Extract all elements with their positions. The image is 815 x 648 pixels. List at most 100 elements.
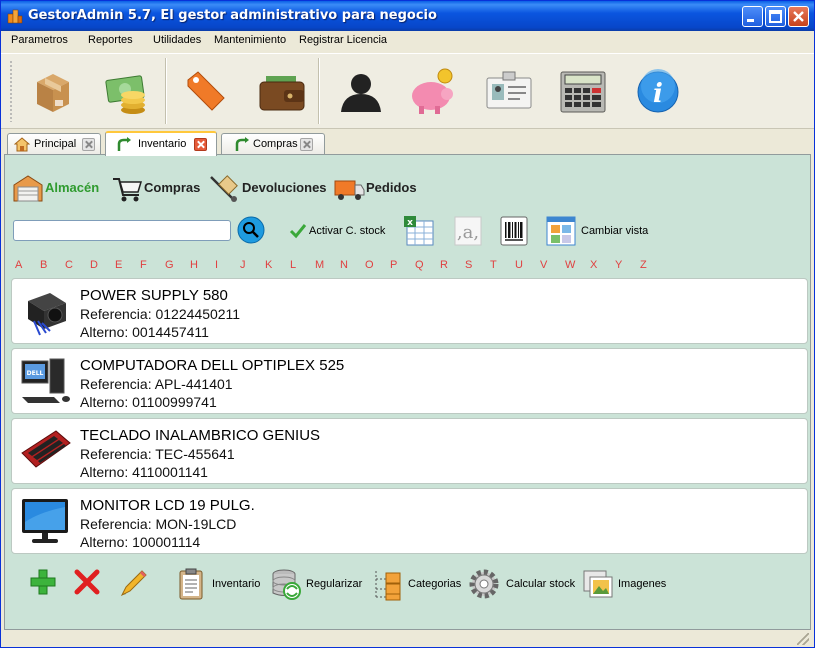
letter-filter-b[interactable]: B xyxy=(40,259,47,271)
title-bar[interactable]: GestorAdmin 5.7, El gestor administrativ… xyxy=(1,1,814,31)
category-label: Devoluciones xyxy=(242,180,327,195)
category-compras[interactable]: Compras xyxy=(111,171,205,205)
activar-stock-button[interactable]: Activar C. stock xyxy=(289,215,399,247)
app-logo-icon xyxy=(7,9,23,24)
close-icon[interactable] xyxy=(82,138,95,151)
letter-filter-z[interactable]: Z xyxy=(640,259,647,271)
toolbar-separator xyxy=(318,58,320,124)
product-name: COMPUTADORA DELL OPTIPLEX 525 xyxy=(80,357,345,374)
clipboard-icon xyxy=(179,568,203,600)
money-icon xyxy=(105,75,145,114)
menu-reportes[interactable]: Reportes xyxy=(88,34,133,46)
search-button[interactable] xyxy=(237,216,265,244)
export-excel-button[interactable]: x xyxy=(403,215,437,247)
menu-registrar-licencia[interactable]: Registrar Licencia xyxy=(299,34,387,46)
letter-filter-l[interactable]: L xyxy=(290,259,296,271)
search-input[interactable] xyxy=(13,220,231,241)
letter-filter-a[interactable]: A xyxy=(15,259,22,271)
regularizar-button[interactable]: Regularizar xyxy=(270,567,366,603)
plus-icon xyxy=(30,569,56,595)
cambiar-vista-button[interactable]: Cambiar vista xyxy=(545,215,655,247)
minimize-button[interactable] xyxy=(742,6,763,27)
toolbar-grip[interactable] xyxy=(9,60,13,122)
list-item[interactable]: DELL COMPUTADORA DELL OPTIPLEX 525 Refer… xyxy=(11,348,808,414)
letter-filter-v[interactable]: V xyxy=(540,259,547,271)
list-item[interactable]: TECLADO INALAMBRICO GENIUS Referencia: T… xyxy=(11,418,808,484)
wallet-icon xyxy=(259,76,305,111)
letter-filter-d[interactable]: D xyxy=(90,259,98,271)
resize-grip[interactable] xyxy=(797,633,809,645)
barcode-button[interactable] xyxy=(499,215,531,247)
maximize-button[interactable] xyxy=(765,6,786,27)
toolbar-money-button[interactable] xyxy=(99,64,155,120)
letter-filter-t[interactable]: T xyxy=(490,259,497,271)
letter-filter-m[interactable]: M xyxy=(315,259,324,271)
svg-text:DELL: DELL xyxy=(27,370,44,377)
close-button[interactable] xyxy=(788,6,809,27)
toolbar-user-button[interactable] xyxy=(333,64,389,120)
toolbar-savings-button[interactable] xyxy=(405,64,461,120)
letter-filter-c[interactable]: C xyxy=(65,259,73,271)
toolbar-contacts-button[interactable] xyxy=(481,64,537,120)
activar-stock-label: Activar C. stock xyxy=(309,225,386,237)
cambiar-vista-label: Cambiar vista xyxy=(581,225,649,237)
product-alterno: Alterno: 4110001141 xyxy=(80,464,208,480)
letter-filter-y[interactable]: Y xyxy=(615,259,622,271)
letter-filter-k[interactable]: K xyxy=(265,259,272,271)
category-almacen[interactable]: Almacén xyxy=(12,171,102,205)
letter-filter-q[interactable]: Q xyxy=(415,259,424,271)
truck-icon xyxy=(334,180,365,200)
gear-icon xyxy=(469,569,499,599)
letter-filter-o[interactable]: O xyxy=(365,259,374,271)
list-item[interactable]: MONITOR LCD 19 PULG. Referencia: MON-19L… xyxy=(11,488,808,554)
product-list: POWER SUPPLY 580 Referencia: 01224450211… xyxy=(8,278,808,560)
toolbar-inventory-button[interactable] xyxy=(25,64,81,120)
tab-inventario[interactable]: Inventario xyxy=(105,131,217,156)
menu-mantenimiento[interactable]: Mantenimiento xyxy=(214,34,286,46)
category-pedidos[interactable]: Pedidos xyxy=(333,171,423,205)
toolbar-wallet-button[interactable] xyxy=(254,64,310,120)
product-name: MONITOR LCD 19 PULG. xyxy=(80,497,255,514)
letter-filter-n[interactable]: N xyxy=(340,259,348,271)
tab-principal[interactable]: Principal xyxy=(7,133,101,155)
toolbar-calculator-button[interactable] xyxy=(555,64,611,120)
letter-filter-e[interactable]: E xyxy=(115,259,122,271)
letter-filter-s[interactable]: S xyxy=(465,259,472,271)
toolbar-info-button[interactable]: i xyxy=(631,64,687,120)
close-icon[interactable] xyxy=(194,138,207,151)
info-icon: i xyxy=(637,69,679,113)
menu-parametros[interactable]: Parametros xyxy=(11,34,68,46)
tag-icon xyxy=(187,71,225,111)
inventario-report-button[interactable]: Inventario xyxy=(176,567,266,603)
list-item[interactable]: POWER SUPPLY 580 Referencia: 01224450211… xyxy=(11,278,808,344)
product-alterno: Alterno: 100001114 xyxy=(80,534,201,550)
id-card-icon xyxy=(486,71,532,109)
letter-filter-p[interactable]: P xyxy=(390,259,397,271)
bottom-action-bar: Inventario Regularizar Categorias Calcul… xyxy=(8,563,807,607)
categorias-button[interactable]: Categorias xyxy=(370,567,464,603)
inventario-label: Inventario xyxy=(212,578,261,590)
warehouse-icon xyxy=(13,175,43,202)
letter-filter-h[interactable]: H xyxy=(190,259,198,271)
delete-button[interactable] xyxy=(72,567,102,603)
tab-compras[interactable]: Compras xyxy=(221,133,325,155)
letter-filter-g[interactable]: G xyxy=(165,259,174,271)
letter-filter-f[interactable]: F xyxy=(140,259,147,271)
format-text-button[interactable]: ,a, xyxy=(453,215,485,247)
imagenes-button[interactable]: Imagenes xyxy=(582,567,672,603)
menu-utilidades[interactable]: Utilidades xyxy=(153,34,201,46)
close-icon[interactable] xyxy=(300,138,313,151)
calcular-stock-button[interactable]: Calcular stock xyxy=(468,567,576,603)
letter-filter-j[interactable]: J xyxy=(240,259,246,271)
letter-filter-r[interactable]: R xyxy=(440,259,448,271)
letter-filter-u[interactable]: U xyxy=(515,259,523,271)
letter-filter-w[interactable]: W xyxy=(565,259,575,271)
toolbar-tag-button[interactable] xyxy=(178,64,234,120)
letter-filter-i[interactable]: I xyxy=(215,259,218,271)
letter-filter-x[interactable]: X xyxy=(590,259,597,271)
add-button[interactable] xyxy=(28,567,58,603)
imagenes-label: Imagenes xyxy=(618,578,667,590)
svg-text:,a,: ,a, xyxy=(457,222,479,243)
edit-button[interactable] xyxy=(118,567,148,603)
category-devoluciones[interactable]: Devoluciones xyxy=(209,171,333,205)
